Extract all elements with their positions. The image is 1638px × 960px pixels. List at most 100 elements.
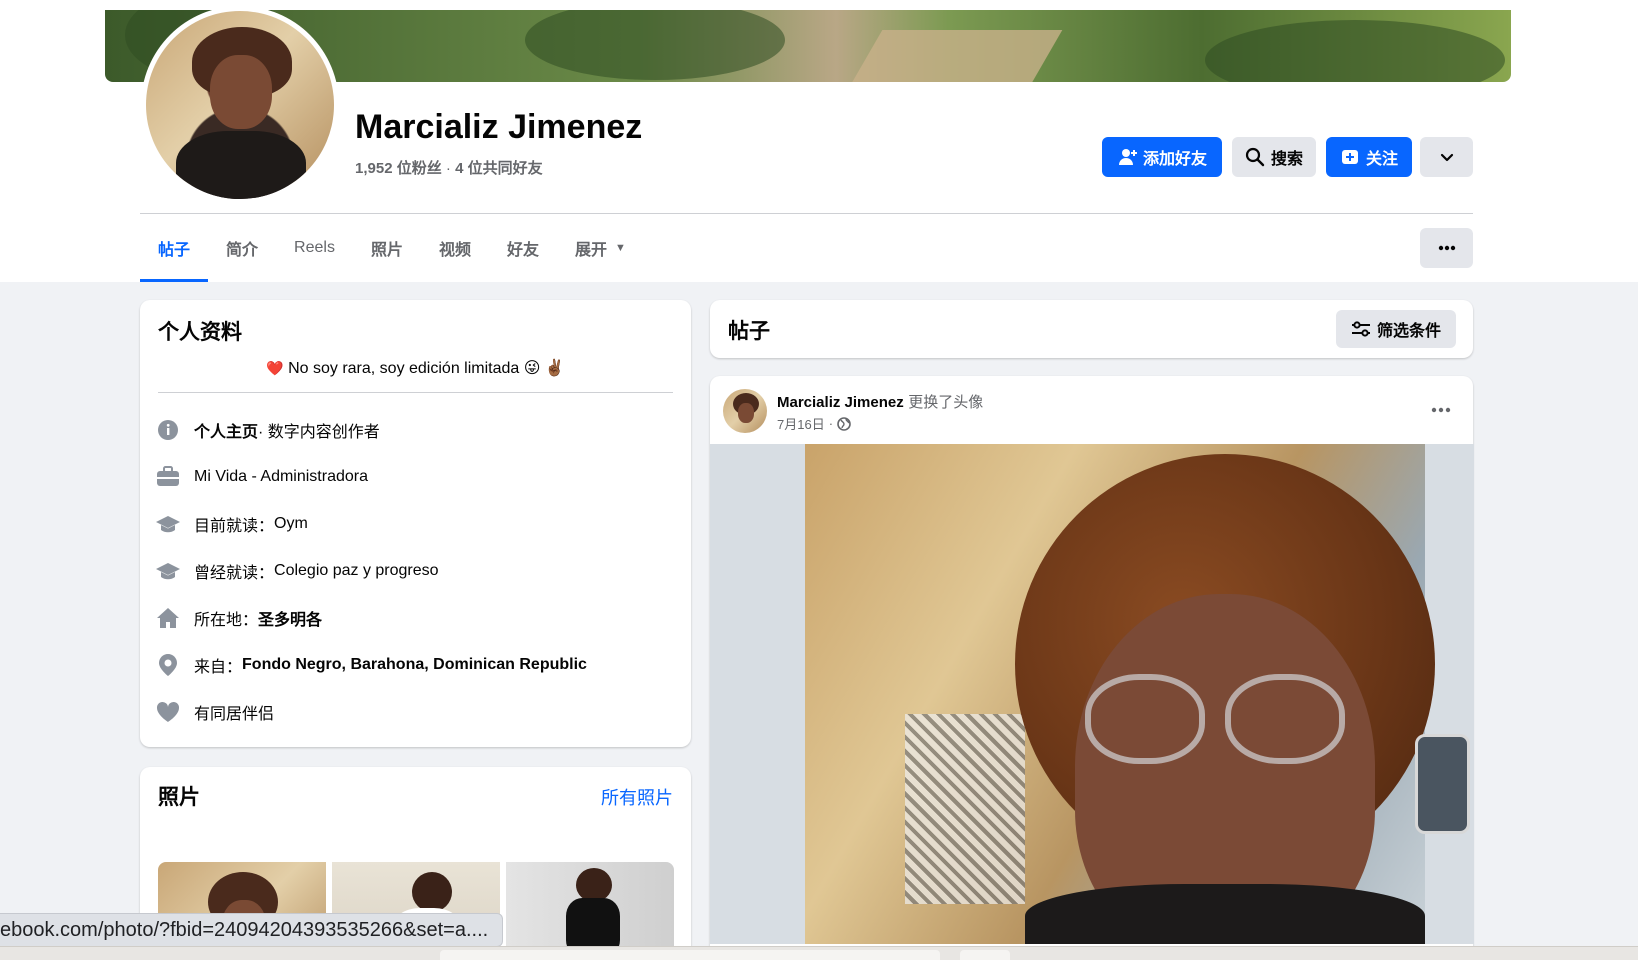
post-photo-glasses	[1085, 674, 1205, 764]
red-heart-emoji: ❤️	[266, 360, 284, 376]
cover-photo-foliage	[525, 10, 785, 80]
intro-title: 个人资料	[158, 321, 242, 344]
victory-hand-emoji: ✌🏾	[544, 360, 565, 377]
link-preview-status-bar: ebook.com/photo/?fbid=24094204393535266&…	[0, 913, 504, 947]
cover-photo-foliage	[1205, 20, 1505, 82]
post-photo-glasses	[1225, 674, 1345, 764]
search-icon	[1245, 147, 1265, 167]
intro-item-work: Mi Vida - Administradora	[156, 465, 368, 489]
filter-label: 筛选条件	[1376, 323, 1441, 340]
search-label: 搜索	[1270, 151, 1303, 168]
post-photo-top	[1025, 884, 1425, 944]
follow-icon	[1341, 150, 1358, 164]
tab-posts[interactable]: 帖子	[140, 214, 209, 282]
intro-item-text: 有同居伴侣	[194, 706, 275, 723]
briefcase-icon	[156, 465, 180, 489]
photos-title: 照片	[158, 786, 200, 809]
intro-item-past-school: 曾经就读： Colegio paz y progreso	[156, 559, 439, 583]
graduation-cap-icon	[156, 559, 180, 583]
cover-photo-roof	[847, 30, 1063, 82]
photo-thumbnail-hair	[576, 868, 612, 902]
tab-reels[interactable]: Reels	[276, 214, 353, 282]
status-url-text: ebook.com/photo/?fbid=24094204393535266&…	[0, 918, 489, 941]
intro-item-prefix: 目前就读：	[194, 518, 275, 535]
followers-label[interactable]: 位粉丝	[397, 160, 442, 177]
avatar-face	[210, 55, 272, 129]
tabs-more-button[interactable]	[1420, 228, 1473, 268]
tab-label: 好友	[506, 242, 539, 259]
tab-photos[interactable]: 照片	[353, 214, 421, 282]
avatar-face	[738, 403, 754, 423]
post-action-text: 更换了头像	[908, 394, 984, 411]
ellipsis-icon	[1438, 245, 1455, 251]
tab-label: 简介	[226, 242, 259, 259]
caret-down-icon: ▼	[615, 242, 626, 254]
post-author-avatar[interactable]	[723, 389, 767, 433]
intro-item-text[interactable]: Colegio paz y progreso	[274, 562, 439, 580]
filter-button[interactable]: 筛选条件	[1336, 310, 1456, 348]
followers-count[interactable]: 1,952	[355, 160, 393, 177]
intro-item-lives-in: 所在地： 圣多明各	[156, 606, 322, 630]
intro-item-text: · 数字内容创作者	[258, 424, 380, 441]
more-options-dropdown-button[interactable]	[1420, 137, 1473, 177]
intro-item-relationship: 有同居伴侣	[156, 700, 274, 724]
post-photo-phone	[1415, 734, 1470, 834]
follow-button[interactable]: 关注	[1326, 137, 1412, 177]
post-photo[interactable]	[710, 444, 1474, 944]
filter-sliders-icon	[1351, 321, 1370, 337]
intro-item-page-type: 个人主页 · 数字内容创作者	[156, 418, 380, 442]
ellipsis-icon	[1431, 407, 1451, 413]
mutual-friends-count[interactable]: 4	[455, 160, 463, 177]
intro-item-prefix: 所在地：	[194, 612, 259, 629]
intro-item-strong: 个人主页	[194, 424, 259, 441]
chevron-down-icon	[1440, 153, 1453, 162]
intro-item-prefix: 曾经就读：	[194, 565, 275, 582]
post-date[interactable]: 7月16日	[777, 414, 825, 433]
tab-videos[interactable]: 视频	[421, 214, 489, 282]
posts-title: 帖子	[728, 320, 770, 343]
search-button[interactable]: 搜索	[1232, 137, 1316, 177]
intro-item-text[interactable]: Mi Vida - Administradora	[194, 468, 368, 486]
post-author-name[interactable]: Marcializ Jimenez	[777, 394, 904, 411]
tab-label: 展开	[574, 242, 607, 259]
info-icon	[156, 418, 180, 442]
post-meta: 7月16日 ·	[777, 414, 851, 433]
intro-divider	[158, 392, 673, 393]
winking-tongue-emoji: 😜	[523, 360, 541, 377]
post-options-button[interactable]	[1427, 396, 1455, 424]
heart-icon	[156, 700, 180, 724]
profile-stats: 1,952 位粉丝 · 4 位共同好友	[355, 157, 543, 178]
tab-friends[interactable]: 好友	[489, 214, 557, 282]
follow-label: 关注	[1365, 151, 1398, 168]
post-header: Marcializ Jimenez 更换了头像	[777, 391, 983, 412]
tab-label: 帖子	[158, 242, 191, 259]
add-friend-icon	[1118, 149, 1137, 165]
intro-item-strong[interactable]: 圣多明各	[258, 606, 322, 630]
graduation-cap-icon	[156, 512, 180, 536]
browser-bottom-bar	[0, 946, 1638, 960]
avatar-body	[176, 131, 306, 199]
tab-label: Reels	[294, 239, 335, 256]
photo-thumbnail-hair	[412, 872, 452, 912]
home-icon	[156, 606, 180, 630]
tab-label: 照片	[370, 242, 403, 259]
globe-icon	[837, 416, 851, 431]
intro-bio-text: No soy rara, soy edición limitada	[288, 360, 520, 377]
browser-tab-stub	[440, 950, 940, 960]
tab-about[interactable]: 简介	[208, 214, 276, 282]
intro-item-prefix: 来自：	[194, 659, 243, 676]
add-friend-label: 添加好友	[1142, 151, 1207, 168]
meta-separator: ·	[828, 416, 834, 431]
post-photo-background	[805, 444, 1470, 944]
profile-avatar[interactable]	[146, 11, 334, 199]
tab-label: 视频	[438, 242, 471, 259]
mutual-friends-label[interactable]: 位共同好友	[468, 160, 543, 177]
browser-tab-stub	[960, 950, 1010, 960]
intro-item-from: 来自： Fondo Negro, Barahona, Dominican Repu…	[156, 653, 587, 677]
tab-more[interactable]: 展开 ▼	[557, 214, 644, 282]
add-friend-button[interactable]: 添加好友	[1102, 137, 1222, 177]
stats-separator: ·	[445, 160, 451, 177]
intro-item-strong[interactable]: Fondo Negro, Barahona, Dominican Republi…	[242, 656, 587, 674]
intro-item-text[interactable]: Oym	[274, 515, 308, 533]
all-photos-link[interactable]: 所有照片	[601, 784, 673, 810]
